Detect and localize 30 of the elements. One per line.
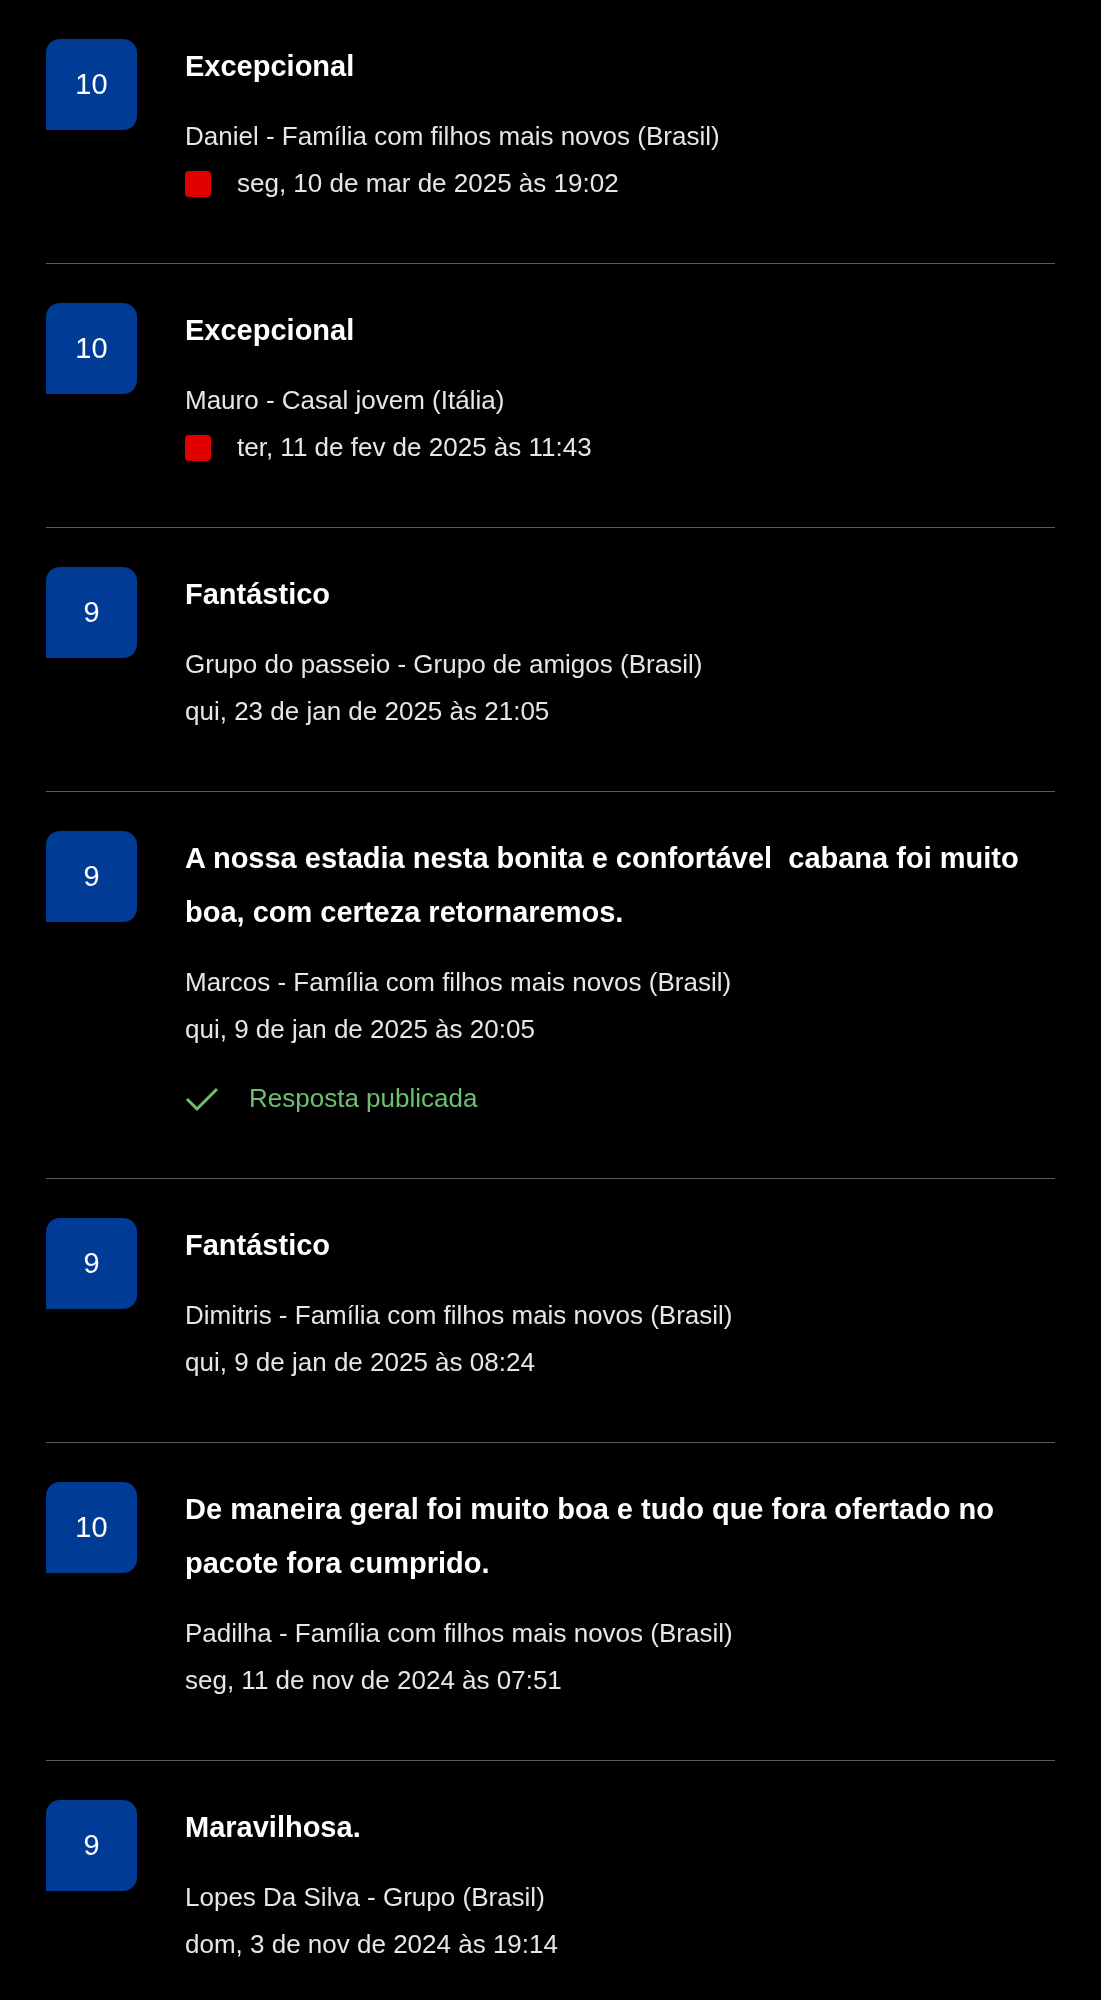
review-title: Maravilhosa. bbox=[185, 1810, 362, 1845]
review-title: Excepcional bbox=[185, 49, 356, 84]
score-badge: 9 bbox=[46, 1800, 137, 1891]
reviewer-info: Grupo do passeio - Grupo de amigos (Brasil) bbox=[185, 648, 703, 681]
reviewer-info: Padilha - Família com filhos mais novos (Brasil) bbox=[185, 1617, 733, 1650]
review-title: Fantástico bbox=[185, 577, 332, 612]
score-badge: 9 bbox=[46, 1218, 137, 1309]
score-badge: 9 bbox=[46, 567, 137, 658]
review-date: qui, 23 de jan de 2025 às 21:05 bbox=[185, 695, 550, 728]
reviewer-info: Dimitris - Família com filhos mais novos (Brasil) bbox=[185, 1299, 733, 1332]
reviewer-info: Lopes Da Silva - Grupo (Brasil) bbox=[185, 1881, 545, 1914]
score-badge: 10 bbox=[46, 303, 137, 394]
score-badge: 10 bbox=[46, 1482, 137, 1573]
review-date: seg, 10 de mar de 2025 às 19:02 bbox=[237, 167, 619, 200]
review-title: A nossa estadia nesta bonita e confortável cabana foi muito boa, com certeza retornaremos. bbox=[185, 841, 1020, 930]
reviewer-info: Daniel - Família com filhos mais novos (Brasil) bbox=[185, 120, 720, 153]
reply-status: Resposta publicada bbox=[249, 1082, 478, 1115]
review-date: seg, 11 de nov de 2024 às 07:51 bbox=[185, 1664, 562, 1697]
review-title: De maneira geral foi muito boa e tudo que fora ofertado no pacote fora cumprido. bbox=[185, 1492, 995, 1581]
review-date: ter, 11 de fev de 2025 às 11:43 bbox=[237, 431, 592, 464]
checkmark-icon bbox=[185, 1085, 219, 1112]
review-title: Fantástico bbox=[185, 1228, 332, 1263]
review-date: qui, 9 de jan de 2025 às 08:24 bbox=[185, 1346, 535, 1379]
review-title: Excepcional bbox=[185, 313, 356, 348]
review-date: dom, 3 de nov de 2024 às 19:14 bbox=[185, 1928, 558, 1961]
score-badge: 9 bbox=[46, 831, 137, 922]
review-date: qui, 9 de jan de 2025 às 20:05 bbox=[185, 1013, 535, 1046]
reviewer-info: Marcos - Família com filhos mais novos (Brasil) bbox=[185, 966, 732, 999]
score-badge: 10 bbox=[46, 39, 137, 130]
reviewer-info: Mauro - Casal jovem (Itália) bbox=[185, 384, 505, 417]
